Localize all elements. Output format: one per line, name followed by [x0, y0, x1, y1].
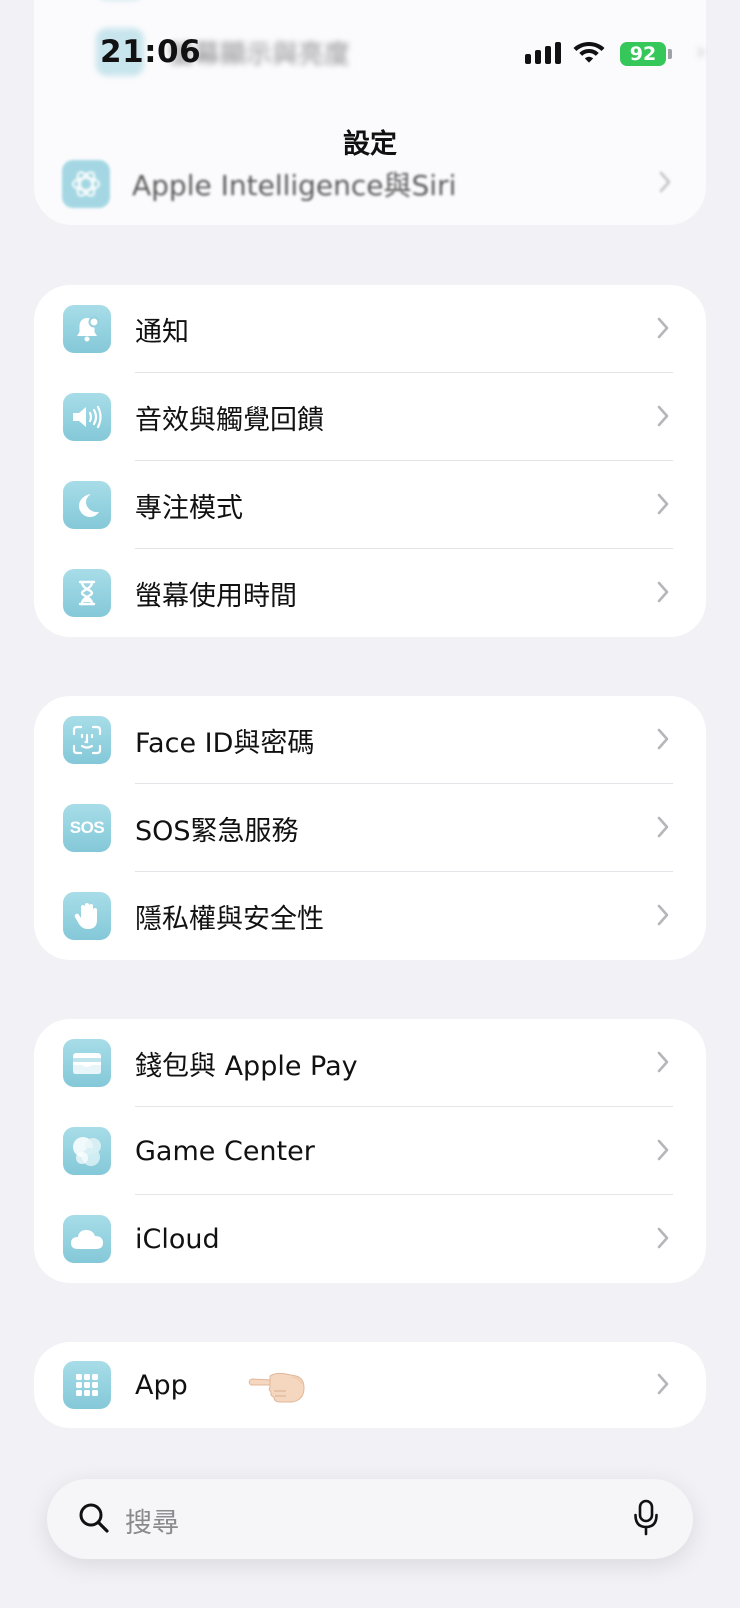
row-label: iCloud	[135, 1223, 220, 1255]
status-time: 21:06	[100, 34, 202, 70]
wifi-icon	[572, 38, 606, 68]
row-emergency-sos[interactable]: SOS SOS緊急服務	[34, 784, 706, 872]
row-apps[interactable]: App	[34, 1342, 706, 1428]
hand-icon	[63, 892, 111, 940]
chevron-right-icon	[656, 1138, 670, 1166]
chevron-right-icon	[656, 316, 670, 344]
chevron-right-icon	[656, 1050, 670, 1078]
hourglass-icon	[63, 569, 111, 617]
game-center-icon	[63, 1127, 111, 1175]
chevron-right-icon	[656, 404, 670, 432]
settings-group-notifications: 通知 音效與觸覺回饋 專注模式 螢幕使用時間	[34, 285, 706, 637]
search-icon	[77, 1501, 111, 1539]
row-label: 專注模式	[135, 492, 243, 524]
speaker-icon	[63, 393, 111, 441]
row-screen-time[interactable]: 螢幕使用時間	[34, 549, 706, 637]
search-bar[interactable]: 搜尋	[47, 1479, 693, 1559]
row-label: 隱私權與安全性	[135, 903, 324, 935]
chevron-right-icon	[656, 492, 670, 520]
chevron-right-icon	[658, 170, 672, 198]
settings-group-security: Face ID與密碼 SOS SOS緊急服務 隱私權與安全性	[34, 696, 706, 960]
page-title: 設定	[343, 129, 397, 160]
battery-tip	[668, 49, 672, 59]
bell-icon	[63, 305, 111, 353]
row-label: 螢幕使用時間	[135, 580, 297, 612]
cloud-icon	[63, 1215, 111, 1263]
apple-intelligence-icon	[62, 160, 110, 208]
sos-icon-text: SOS	[69, 818, 105, 837]
row-icloud[interactable]: iCloud	[34, 1195, 706, 1283]
row-focus[interactable]: 專注模式	[34, 461, 706, 549]
pointing-hand-icon	[246, 1368, 308, 1412]
chevron-right-icon	[656, 1226, 670, 1254]
chevron-right-icon	[656, 580, 670, 608]
row-sounds-haptics[interactable]: 音效與觸覺回饋	[34, 373, 706, 461]
sos-icon: SOS	[63, 804, 111, 852]
chevron-right-icon	[656, 815, 670, 843]
row-privacy-security[interactable]: 隱私權與安全性	[34, 872, 706, 960]
row-label: 錢包與 Apple Pay	[135, 1050, 358, 1082]
row-notifications[interactable]: 通知	[34, 285, 706, 373]
app-grid-icon	[63, 1361, 111, 1409]
battery-level: 92	[629, 43, 657, 65]
search-input[interactable]: 搜尋	[125, 1501, 179, 1540]
row-wallet-apple-pay[interactable]: 錢包與 Apple Pay	[34, 1019, 706, 1107]
microphone-icon[interactable]	[633, 1499, 659, 1541]
row-label: App	[135, 1369, 188, 1401]
cellular-signal-icon	[525, 42, 561, 64]
row-label: Face ID與密碼	[135, 727, 315, 759]
face-id-icon	[63, 716, 111, 764]
row-label: 音效與觸覺回饋	[135, 404, 324, 436]
row-label: Game Center	[135, 1135, 315, 1167]
wallet-icon	[63, 1039, 111, 1087]
battery-indicator: 92	[620, 42, 666, 66]
chevron-right-icon	[656, 727, 670, 755]
row-label: SOS緊急服務	[135, 815, 299, 847]
settings-group-services: 錢包與 Apple Pay Game Center iCloud	[34, 1019, 706, 1283]
chevron-right-icon	[656, 903, 670, 931]
settings-group-apps: App	[34, 1342, 706, 1428]
row-label: Apple Intelligence與Siri	[132, 169, 457, 202]
row-label: 通知	[135, 316, 189, 348]
row-face-id-passcode[interactable]: Face ID與密碼	[34, 696, 706, 784]
moon-icon	[63, 481, 111, 529]
chevron-right-icon	[656, 1372, 670, 1400]
status-bar: 21:06 92 設定	[0, 0, 740, 160]
row-game-center[interactable]: Game Center	[34, 1107, 706, 1195]
row-apple-intelligence-siri[interactable]: Apple Intelligence與Siri	[62, 158, 672, 210]
